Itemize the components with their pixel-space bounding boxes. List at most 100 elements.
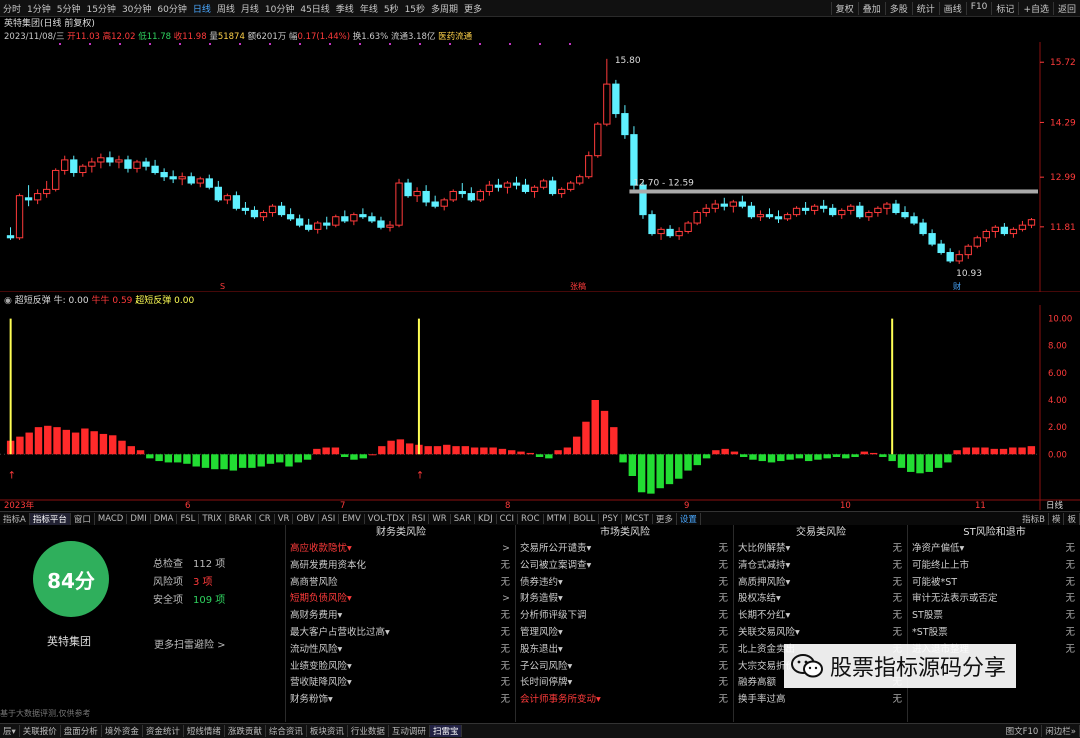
risk-item[interactable]: 财务造假▾ 无 bbox=[516, 591, 734, 608]
risk-item[interactable]: 清仓式减持▾ 无 bbox=[734, 558, 908, 575]
risk-item[interactable]: 高财务费用▾ 无 bbox=[286, 608, 516, 625]
indicator-tab[interactable]: MACD bbox=[95, 513, 128, 524]
risk-item[interactable]: 大比例解禁▾ 无 bbox=[734, 541, 908, 558]
indicator-tab[interactable]: KDJ bbox=[475, 513, 497, 524]
period-tab[interactable]: 多周期 bbox=[428, 2, 461, 15]
risk-item[interactable]: 债券违约▾ 无 bbox=[516, 575, 734, 592]
toolbar-button[interactable]: 标记 bbox=[991, 1, 1018, 15]
period-tab[interactable]: 季线 bbox=[333, 2, 357, 15]
period-tab[interactable]: 月线 bbox=[238, 2, 262, 15]
risk-item[interactable]: 长期不分红▾ 无 bbox=[734, 608, 908, 625]
period-tab[interactable]: 5分钟 bbox=[54, 2, 84, 15]
bottom-right-button[interactable]: 闲边栏» bbox=[1042, 725, 1080, 737]
sector-tag[interactable]: 医药流通 bbox=[438, 32, 472, 42]
indicator-tab[interactable]: VOL-TDX bbox=[365, 513, 409, 524]
indicator-tab[interactable]: PSY bbox=[599, 513, 622, 524]
toolbar-button[interactable]: 多股 bbox=[884, 1, 912, 15]
indicator-chart[interactable]: 10.00 8.00 6.00 4.00 2.00 0.00 ↑ ↑ 2023年 6 7 8 9 10 11… bbox=[0, 305, 1080, 510]
indicator-tab[interactable]: 设置 bbox=[677, 512, 701, 525]
risk-item[interactable]: 可能终止上市 无 bbox=[908, 558, 1080, 575]
risk-item[interactable]: 最大客户占营收比过高▾ 无 bbox=[286, 625, 516, 642]
risk-item[interactable]: 流动性风险▾ 无 bbox=[286, 642, 516, 659]
bottom-tab[interactable]: 盘面分析 bbox=[61, 725, 102, 737]
indicator-tab[interactable]: MCST bbox=[622, 513, 653, 524]
indicator-tab[interactable]: SAR bbox=[451, 513, 475, 524]
risk-item[interactable]: 高质押风险▾ 无 bbox=[734, 575, 908, 592]
period-tab[interactable]: 5秒 bbox=[381, 2, 402, 15]
period-tab[interactable]: 60分钟 bbox=[154, 2, 189, 15]
risk-item[interactable]: 净资产偏低▾ 无 bbox=[908, 541, 1080, 558]
tab-right-button[interactable]: 指标B bbox=[1019, 512, 1049, 525]
toolbar-button[interactable]: 叠加 bbox=[857, 1, 885, 15]
risk-item[interactable]: 分析师评级下调 无 bbox=[516, 608, 734, 625]
bottom-tab[interactable]: 行业数据 bbox=[348, 725, 389, 737]
bottom-tab[interactable]: 综合资讯 bbox=[266, 725, 307, 737]
period-tab[interactable]: 年线 bbox=[357, 2, 381, 15]
risk-item[interactable]: 关联交易风险▾ 无 bbox=[734, 625, 908, 642]
risk-item[interactable]: 子公司风险▾ 无 bbox=[516, 659, 734, 676]
period-tab[interactable]: 10分钟 bbox=[262, 2, 297, 15]
period-tab[interactable]: 周线 bbox=[214, 2, 238, 15]
risk-item[interactable]: 业绩变脸风险▾ 无 bbox=[286, 659, 516, 676]
indicator-tab[interactable]: BRAR bbox=[226, 513, 256, 524]
period-tab[interactable]: 30分钟 bbox=[119, 2, 154, 15]
indicator-tab[interactable]: 更多 bbox=[653, 512, 677, 525]
indicator-tab[interactable]: DMI bbox=[127, 513, 151, 524]
bottom-right-button[interactable]: 图文F10 bbox=[1003, 725, 1043, 737]
risk-item[interactable]: 财务粉饰▾ 无 bbox=[286, 692, 516, 709]
risk-item[interactable]: *ST股票 无 bbox=[908, 625, 1080, 642]
indicator-tab[interactable]: RSI bbox=[409, 513, 430, 524]
risk-item[interactable]: 高研发费用资本化 无 bbox=[286, 558, 516, 575]
toolbar-button[interactable]: 画线 bbox=[938, 1, 966, 15]
risk-item[interactable]: 长时间停牌▾ 无 bbox=[516, 675, 734, 692]
risk-item[interactable]: 交易所公开谴责▾ 无 bbox=[516, 541, 734, 558]
period-tab[interactable]: 45日线 bbox=[297, 2, 332, 15]
risk-item[interactable]: 短期负债风险▾ > bbox=[286, 591, 516, 608]
indicator-tab[interactable]: ASI bbox=[319, 513, 340, 524]
risk-item[interactable]: 换手率过高 无 bbox=[734, 692, 908, 709]
risk-item[interactable]: 审计无法表示或否定 无 bbox=[908, 591, 1080, 608]
toolbar-button[interactable]: 复权 bbox=[830, 1, 858, 15]
indicator-tab[interactable]: EMV bbox=[339, 513, 365, 524]
indicator-tab[interactable]: BOLL bbox=[570, 513, 600, 524]
period-tab[interactable]: 更多 bbox=[461, 2, 485, 15]
period-tab[interactable]: 分时 bbox=[0, 2, 24, 15]
indicator-tab[interactable]: ROC bbox=[518, 513, 544, 524]
risk-item[interactable]: 股东退出▾ 无 bbox=[516, 642, 734, 659]
indicator-tab[interactable]: TRIX bbox=[199, 513, 226, 524]
tab-right-button[interactable]: 模 bbox=[1049, 512, 1065, 525]
tab-right-button[interactable]: 板 bbox=[1064, 512, 1080, 525]
bottom-tab[interactable]: 涨跌贡献 bbox=[225, 725, 266, 737]
risk-item[interactable]: 可能被*ST 无 bbox=[908, 575, 1080, 592]
bottom-tab[interactable]: 扫雷宝 bbox=[429, 725, 463, 737]
risk-item[interactable]: 营收陡降风险▾ 无 bbox=[286, 675, 516, 692]
bottom-tab[interactable]: 资金统计 bbox=[143, 725, 184, 737]
period-tab[interactable]: 15分钟 bbox=[83, 2, 118, 15]
bottom-tab[interactable]: 板块资讯 bbox=[307, 725, 348, 737]
indicator-tab[interactable]: DMA bbox=[151, 513, 178, 524]
toolbar-button[interactable]: 返回 bbox=[1052, 1, 1080, 15]
risk-item[interactable]: 管理风险▾ 无 bbox=[516, 625, 734, 642]
risk-item[interactable]: 公司被立案调查▾ 无 bbox=[516, 558, 734, 575]
indicator-tab[interactable]: OBV bbox=[293, 513, 319, 524]
indicator-tab[interactable]: 指标平台 bbox=[29, 512, 71, 525]
risk-item[interactable]: ST股票 无 bbox=[908, 608, 1080, 625]
indicator-tab[interactable]: MTM bbox=[544, 513, 571, 524]
risk-item[interactable]: 股权冻结▾ 无 bbox=[734, 591, 908, 608]
more-scan-link[interactable]: 更多扫雷避险 > bbox=[154, 636, 226, 651]
bottom-tab[interactable]: 层▾ bbox=[0, 725, 20, 737]
indicator-tab[interactable]: VR bbox=[275, 513, 294, 524]
indicator-tab[interactable]: 指标A bbox=[0, 512, 30, 525]
risk-item[interactable]: 高商誉风险 无 bbox=[286, 575, 516, 592]
period-tab[interactable]: 1分钟 bbox=[24, 2, 54, 15]
indicator-tab[interactable]: 窗口 bbox=[71, 512, 95, 525]
indicator-tab[interactable]: CCI bbox=[497, 513, 519, 524]
toolbar-button[interactable]: F10 bbox=[965, 1, 992, 15]
period-tab[interactable]: 15秒 bbox=[402, 2, 428, 15]
risk-item[interactable]: 会计师事务所变动▾ 无 bbox=[516, 692, 734, 709]
indicator-tab[interactable]: CR bbox=[256, 513, 275, 524]
toolbar-button[interactable]: 统计 bbox=[911, 1, 939, 15]
bottom-tab[interactable]: 互动调研 bbox=[389, 725, 430, 737]
bottom-tab[interactable]: 关联报价 bbox=[20, 725, 61, 737]
risk-item[interactable]: 高应收款隐忧▾ > bbox=[286, 541, 516, 558]
